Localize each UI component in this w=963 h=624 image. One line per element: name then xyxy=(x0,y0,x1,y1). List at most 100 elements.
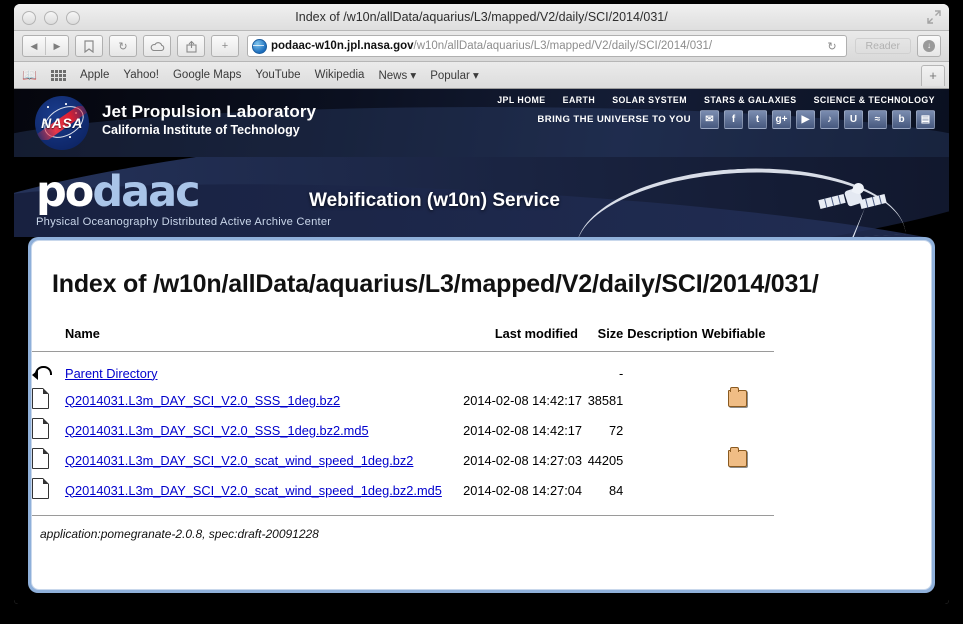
table-row[interactable]: Q2014031.L3m_DAY_SCI_V2.0_SSS_1deg.bz2 2… xyxy=(32,385,774,415)
footer-divider-row xyxy=(32,505,774,519)
close-button[interactable] xyxy=(22,11,36,25)
zoom-button[interactable] xyxy=(66,11,80,25)
blog-icon[interactable]: b xyxy=(892,110,911,129)
reader-button[interactable]: Reader xyxy=(854,38,911,54)
nasa-logo-icon[interactable]: NASA xyxy=(35,96,89,150)
bookmark-news[interactable]: News ▾ xyxy=(378,68,416,82)
table-row[interactable]: Parent Directory - xyxy=(32,361,774,385)
webifiable-folder-icon[interactable] xyxy=(728,387,748,407)
content-card: Index of /w10n/allData/aquarius/L3/mappe… xyxy=(31,240,932,590)
file-icon xyxy=(32,418,49,439)
url-text: podaac-w10n.jpl.nasa.gov/w10n/allData/aq… xyxy=(271,40,712,52)
footer-divider xyxy=(32,515,774,516)
column-size[interactable]: Size xyxy=(582,326,624,348)
table-row[interactable]: Q2014031.L3m_DAY_SCI_V2.0_scat_wind_spee… xyxy=(32,445,774,475)
bookmarks-sidebar-button[interactable] xyxy=(75,35,103,57)
share-button[interactable] xyxy=(177,35,205,57)
bookmark-google-maps[interactable]: Google Maps xyxy=(173,69,241,81)
nav-buttons[interactable]: ◀ ▶ xyxy=(22,35,69,57)
link-file[interactable]: Q2014031.L3m_DAY_SCI_V2.0_scat_wind_spee… xyxy=(65,483,442,498)
bookmark-yahoo[interactable]: Yahoo! xyxy=(123,69,159,81)
forward-button[interactable]: ▶ xyxy=(46,37,68,55)
jpl-nav: JPL HOME EARTH SOLAR SYSTEM STARS & GALA… xyxy=(497,95,935,105)
nav-solar-system[interactable]: SOLAR SYSTEM xyxy=(612,95,687,105)
header-divider xyxy=(32,351,774,352)
window-titlebar: Index of /w10n/allData/aquarius/L3/mappe… xyxy=(14,4,949,31)
minimize-button[interactable] xyxy=(44,11,58,25)
file-icon xyxy=(32,478,49,499)
column-webifiable[interactable]: Webifiable xyxy=(702,326,774,348)
rss-icon[interactable]: ≈ xyxy=(868,110,887,129)
table-row[interactable]: Q2014031.L3m_DAY_SCI_V2.0_scat_wind_spee… xyxy=(32,475,774,505)
file-icon xyxy=(32,448,49,469)
cell-description xyxy=(623,361,701,385)
header-divider-row xyxy=(32,348,774,361)
book-icon[interactable]: 📖 xyxy=(22,68,37,82)
cell-webifiable xyxy=(702,361,774,385)
grid-icon[interactable] xyxy=(50,69,66,81)
reload-button[interactable]: ↻ xyxy=(109,35,137,57)
new-tab-button[interactable]: + xyxy=(211,35,239,57)
add-tab-button[interactable]: + xyxy=(921,65,945,86)
link-file[interactable]: Q2014031.L3m_DAY_SCI_V2.0_SSS_1deg.bz2.m… xyxy=(65,423,369,438)
bookmark-youtube[interactable]: YouTube xyxy=(255,69,300,81)
cell-last-modified: 2014-02-08 14:27:04 xyxy=(463,482,582,498)
column-last-modified[interactable]: Last modified xyxy=(459,326,582,348)
link-file[interactable]: Q2014031.L3m_DAY_SCI_V2.0_scat_wind_spee… xyxy=(65,453,413,468)
site-globe-icon xyxy=(252,38,267,54)
link-file[interactable]: Q2014031.L3m_DAY_SCI_V2.0_SSS_1deg.bz2 xyxy=(65,393,340,408)
cell-size: - xyxy=(619,365,624,381)
window-title: Index of /w10n/allData/aquarius/L3/mappe… xyxy=(295,10,668,24)
cell-description xyxy=(623,415,701,445)
mobile-icon[interactable]: ▤ xyxy=(916,110,935,129)
podaac-logo[interactable]: podaac Physical Oceanography Distributed… xyxy=(36,171,332,229)
downloads-button[interactable]: ↓ xyxy=(917,35,941,57)
url-domain: podaac-w10n.jpl.nasa.gov xyxy=(271,40,414,52)
nav-jpl-home[interactable]: JPL HOME xyxy=(497,95,545,105)
cell-size: 44205 xyxy=(587,452,624,468)
email-icon[interactable]: ✉ xyxy=(700,110,719,129)
file-icon xyxy=(32,388,49,409)
cell-webifiable xyxy=(702,445,774,475)
twitter-icon[interactable]: t xyxy=(748,110,767,129)
facebook-icon[interactable]: f xyxy=(724,110,743,129)
podaac-banner: podaac Physical Oceanography Distributed… xyxy=(14,157,949,237)
nav-science-technology[interactable]: SCIENCE & TECHNOLOGY xyxy=(814,95,935,105)
cell-size: 84 xyxy=(609,482,624,498)
nasa-wordmark: NASA xyxy=(41,115,83,131)
podaac-tagline: Physical Oceanography Distributed Active… xyxy=(36,216,332,228)
cell-last-modified xyxy=(459,361,582,385)
bookmark-apple[interactable]: Apple xyxy=(80,69,109,81)
podaac-logo-daac: daac xyxy=(92,167,200,217)
ustream-icon[interactable]: U xyxy=(844,110,863,129)
cell-size: 72 xyxy=(609,422,624,438)
application-footnote: application:pomegranate-2.0.8, spec:draf… xyxy=(40,527,319,541)
table-row[interactable]: Q2014031.L3m_DAY_SCI_V2.0_SSS_1deg.bz2.m… xyxy=(32,415,774,445)
column-description[interactable]: Description xyxy=(623,326,701,348)
bookmark-wikipedia[interactable]: Wikipedia xyxy=(315,69,365,81)
podaac-logo-po: po xyxy=(36,167,94,217)
webifiable-folder-icon[interactable] xyxy=(728,447,748,467)
icloud-tabs-button[interactable] xyxy=(143,35,171,57)
link-parent-directory[interactable]: Parent Directory xyxy=(65,366,157,381)
nav-earth[interactable]: EARTH xyxy=(563,95,596,105)
nav-stars-galaxies[interactable]: STARS & GALAXIES xyxy=(704,95,797,105)
page-title: Index of /w10n/allData/aquarius/L3/mappe… xyxy=(52,270,819,298)
address-reload-icon[interactable]: ↻ xyxy=(822,40,841,53)
bookmark-popular[interactable]: Popular ▾ xyxy=(430,68,479,82)
cell-description xyxy=(623,445,701,475)
cell-last-modified: 2014-02-08 14:42:17 xyxy=(463,422,582,438)
cell-description xyxy=(623,475,701,505)
googleplus-icon[interactable]: g+ xyxy=(772,110,791,129)
column-name[interactable]: Name xyxy=(65,326,459,348)
url-path: /w10n/allData/aquarius/L3/mapped/V2/dail… xyxy=(413,40,713,52)
itunes-icon[interactable]: ♪ xyxy=(820,110,839,129)
bookmark-icon xyxy=(84,39,94,53)
service-title: Webification (w10n) Service xyxy=(309,190,560,211)
back-button[interactable]: ◀ xyxy=(23,37,46,55)
directory-listing-table: Name Last modified Size Description Webi… xyxy=(32,326,774,519)
fullscreen-icon[interactable] xyxy=(927,10,941,24)
address-bar[interactable]: podaac-w10n.jpl.nasa.gov/w10n/allData/aq… xyxy=(247,35,847,57)
youtube-icon[interactable]: ▶ xyxy=(796,110,815,129)
cell-size: 38581 xyxy=(587,392,624,408)
